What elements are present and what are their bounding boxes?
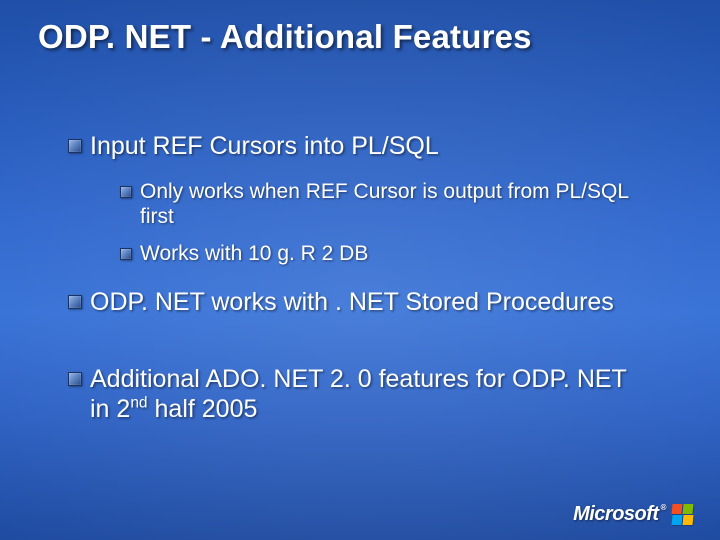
bullet-icon — [120, 248, 132, 260]
bullet-level2: Only works when REF Cursor is output fro… — [140, 179, 640, 229]
brand-name: Microsoft — [573, 503, 659, 525]
bullet-level2: Works with 10 g. R 2 DB — [140, 241, 368, 266]
bullet-icon — [68, 139, 82, 153]
microsoft-flag-icon — [672, 504, 694, 526]
slide-title: ODP. NET - Additional Features — [38, 18, 532, 56]
slide: ODP. NET - Additional Features Input REF… — [0, 0, 720, 540]
bullet-level1: Additional ADO. NET 2. 0 features for OD… — [90, 365, 650, 424]
bullet-level1: Input REF Cursors into PL/SQL — [90, 132, 439, 162]
bullet-text-post: half 2005 — [148, 395, 258, 423]
bullet-text-sup: nd — [130, 394, 147, 411]
trademark-icon: ® — [661, 503, 666, 512]
bullet-level1: ODP. NET works with . NET Stored Procedu… — [90, 288, 614, 318]
bullet-icon — [68, 372, 82, 386]
microsoft-wordmark: Microsoft® — [573, 503, 666, 526]
bullet-icon — [120, 186, 132, 198]
bullet-icon — [68, 295, 82, 309]
microsoft-logo: Microsoft® — [573, 503, 694, 526]
